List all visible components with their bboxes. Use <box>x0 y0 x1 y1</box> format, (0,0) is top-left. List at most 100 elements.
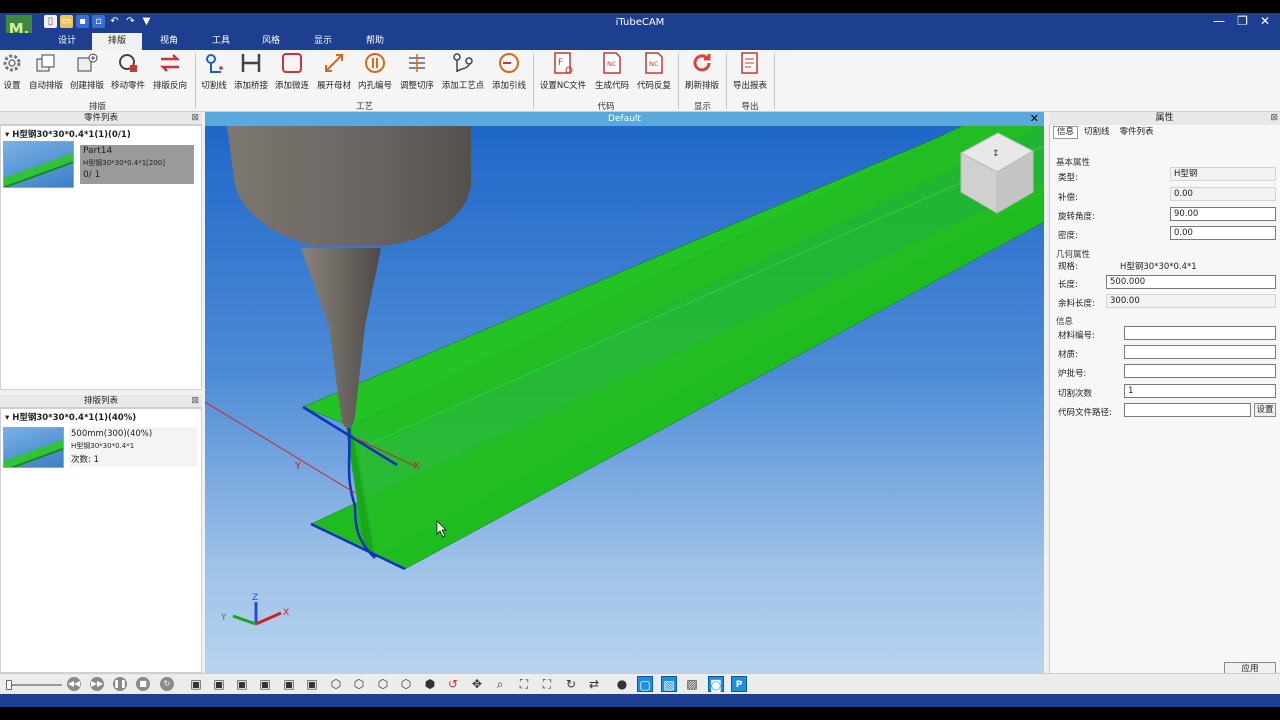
cut-line-icon <box>206 54 223 73</box>
add-bridge-button[interactable]: 添加桥接 <box>232 51 270 91</box>
microjoint-icon <box>282 53 302 73</box>
heat-no-field[interactable] <box>1124 364 1276 378</box>
material-no-label: 材料编号: <box>1058 331 1095 341</box>
ribbon: 设置 自动排版 创建排版 移动零件 排版反向 排版 切割线 添加桥接 添加微连 … <box>0 50 1280 112</box>
tab-info[interactable]: 信息 <box>1053 126 1079 139</box>
unfold-stock-button[interactable]: 展开母材 <box>314 51 354 91</box>
add-microjoint-button[interactable]: 添加微连 <box>273 51 311 91</box>
wire-2-icon[interactable]: ▧ <box>661 676 677 692</box>
svg-text:F: F <box>558 58 563 68</box>
code-path-field[interactable] <box>1124 403 1251 417</box>
compensation-field[interactable]: 0.00 <box>1170 187 1276 201</box>
app-title: iTubeCAM <box>615 17 665 28</box>
nest-panel-header: 排版列表 ⊠ <box>0 395 202 408</box>
reverse-nest-button[interactable]: 排版反向 <box>150 51 190 91</box>
refresh-nest-button[interactable]: 刷新排版 <box>682 51 722 91</box>
rotate-free-icon[interactable]: ↺ <box>445 676 461 692</box>
view-bottom-icon[interactable]: ▣ <box>304 676 320 692</box>
add-leadin-button[interactable]: 添加引线 <box>489 51 529 91</box>
cut-count-field[interactable]: 1 <box>1124 384 1276 398</box>
nest-tree-header[interactable]: ▾ H型钢30*30*0.4*1(1)(40%) <box>5 411 136 423</box>
nest-item[interactable]: 500mm(300)(40%) H型钢30*30*0.4*1 次数: 1 <box>69 427 197 467</box>
display-mode-icon[interactable]: ◙ <box>708 676 724 692</box>
rotate-x-icon[interactable]: ⬢ <box>422 676 438 692</box>
stop-icon[interactable]: ■ <box>136 677 150 691</box>
ribbon-tabs: 设计 排版 视角 工具 风格 显示 帮助 <box>0 33 1280 50</box>
bottom-toolbar: ◀◀ ▶▶ ❚❚ ■ ↻ ▣ ▣ ▣ ▣ ▣ ▣ ⬡ ⬡ ⬡ ⬡ ⬢ ↺ ✥ ⌕… <box>0 673 1280 694</box>
rotation-label: 旋转角度: <box>1058 212 1095 222</box>
tab-tools[interactable]: 工具 <box>196 33 246 50</box>
export-report-button[interactable]: 导出报表 <box>729 51 771 91</box>
tab-design[interactable]: 设计 <box>42 33 92 50</box>
close-icon[interactable]: ⊠ <box>191 395 199 408</box>
iso-4-icon[interactable]: ⬡ <box>398 676 414 692</box>
create-nest-icon <box>77 53 98 72</box>
tab-nesting[interactable]: 排版 <box>92 33 142 50</box>
cut-line-button[interactable]: 切割线 <box>199 51 229 91</box>
close-icon[interactable]: ⊠ <box>1270 112 1278 125</box>
view-front-icon[interactable]: ▣ <box>188 676 204 692</box>
set-path-button[interactable]: 设置 <box>1254 403 1276 417</box>
iso-2-icon[interactable]: ⬡ <box>351 676 367 692</box>
wire-1-icon[interactable]: ▢ <box>637 676 653 692</box>
tab-display[interactable]: 显示 <box>298 33 348 50</box>
tab-cut-lines[interactable]: 切割线 <box>1080 126 1114 139</box>
material-field[interactable] <box>1124 345 1276 359</box>
rotate-icon[interactable]: ↻ <box>563 676 579 692</box>
forward-icon[interactable]: ▶▶ <box>90 677 104 691</box>
view-top-icon[interactable]: ▣ <box>281 676 297 692</box>
create-nest-button[interactable]: 创建排版 <box>67 51 107 91</box>
tab-help[interactable]: 帮助 <box>350 33 400 50</box>
part-thumbnail[interactable] <box>3 141 74 188</box>
density-label: 密度: <box>1058 231 1078 241</box>
swap-icon[interactable]: ⇄ <box>586 676 602 692</box>
parts-tree-header[interactable]: ▾ H型钢30*30*0.4*1(1)(0/1) <box>5 128 131 140</box>
hole-number-button[interactable]: 内孔编号 <box>356 51 394 91</box>
view-back-icon[interactable]: ▣ <box>211 676 227 692</box>
tab-parts-list[interactable]: 零件列表 <box>1116 126 1158 139</box>
close-icon[interactable]: ✕ <box>1030 112 1039 126</box>
tab-view[interactable]: 视角 <box>144 33 194 50</box>
pan-icon[interactable]: ✥ <box>469 676 485 692</box>
tab-style[interactable]: 风格 <box>246 33 296 50</box>
part-item-selected[interactable]: Part14 H型钢30*30*0.4*1[200] 0/ 1 <box>80 145 194 184</box>
3d-viewport[interactable]: Y X ↕ Z X Y <box>205 126 1044 673</box>
adjust-order-button[interactable]: 调整切序 <box>397 51 437 91</box>
zoom-window-icon[interactable]: ⛶ <box>516 676 532 692</box>
settings-button[interactable]: 设置 <box>0 51 24 91</box>
replay-icon[interactable]: ↻ <box>160 677 174 691</box>
density-field[interactable]: 0.00 <box>1170 226 1276 240</box>
app-window: M. ▯ ▭ ▪ ▫ ↶ ↷ ▼ iTubeCAM — ❐ ✕ 设计 排版 视角… <box>0 13 1280 707</box>
close-icon[interactable]: ⊠ <box>191 112 199 125</box>
pause-icon[interactable]: ❚❚ <box>113 677 127 691</box>
view-right-icon[interactable]: ▣ <box>257 676 273 692</box>
axis-label-y: Y <box>294 461 302 472</box>
wire-3-icon[interactable]: ▨ <box>684 676 700 692</box>
playback-slider[interactable] <box>8 684 62 686</box>
view-left-icon[interactable]: ▣ <box>234 676 250 692</box>
minimize-icon[interactable]: — <box>1213 14 1225 28</box>
group-label-process: 工艺 <box>355 102 373 112</box>
rewind-icon[interactable]: ◀◀ <box>67 677 81 691</box>
iso-3-icon[interactable]: ⬡ <box>375 676 391 692</box>
set-nc-file-button[interactable]: F 设置NC文件 <box>537 51 589 91</box>
close-icon[interactable]: ✕ <box>1260 14 1270 28</box>
generate-code-button[interactable]: NC 生成代码 <box>592 51 632 91</box>
shade-icon[interactable]: ● <box>614 676 630 692</box>
material-no-field[interactable] <box>1124 326 1276 340</box>
zoom-icon[interactable]: ⌕ <box>492 676 508 692</box>
nest-thumbnail[interactable] <box>3 427 64 468</box>
p-mode-icon[interactable]: P <box>731 676 747 692</box>
zoom-fit-icon[interactable]: ⛶ <box>539 676 555 692</box>
length-field[interactable]: 500.000 <box>1106 275 1276 289</box>
code-reverse-button[interactable]: NC 代码反复 <box>634 51 674 91</box>
auto-nest-button[interactable]: 自动排版 <box>26 51 66 91</box>
add-process-point-button[interactable]: 添加工艺点 <box>440 51 486 91</box>
svg-text:Y: Y <box>220 613 227 623</box>
slider-thumb[interactable] <box>6 680 12 690</box>
iso-1-icon[interactable]: ⬡ <box>328 676 344 692</box>
restore-icon[interactable]: ❐ <box>1237 14 1248 28</box>
move-part-button[interactable]: 移动零件 <box>108 51 148 91</box>
properties-panel: 信息 切割线 零件列表 基本属性 类型: H型钢 补偿: 0.00 旋转角度: … <box>1049 125 1280 676</box>
rotation-field[interactable]: 90.00 <box>1170 207 1276 221</box>
